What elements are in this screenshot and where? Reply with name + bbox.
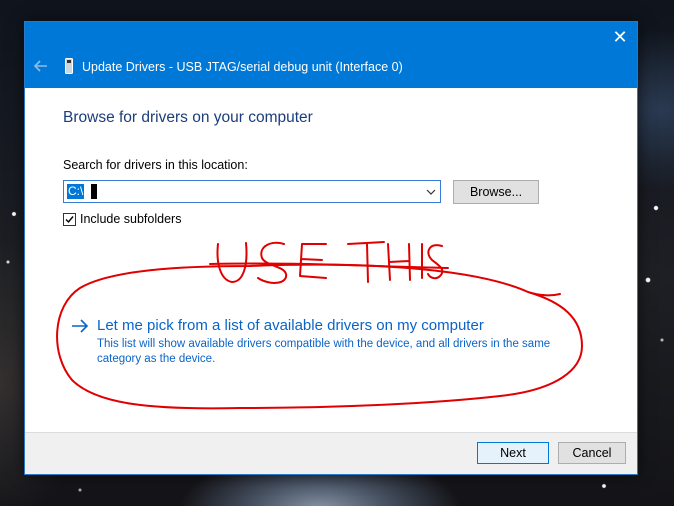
close-icon: ✕	[612, 27, 628, 47]
search-location-combobox[interactable]: C:\	[63, 180, 441, 203]
include-subfolders-label[interactable]: Include subfolders	[80, 212, 181, 226]
text-cursor	[91, 184, 97, 199]
update-drivers-dialog: ✕ Update Drivers - USB JTAG/serial debug…	[24, 21, 638, 475]
title-bar: ✕ Update Drivers - USB JTAG/serial debug…	[25, 22, 637, 88]
back-arrow-icon	[33, 60, 47, 72]
pick-driver-link[interactable]: Let me pick from a list of available dri…	[97, 317, 484, 334]
close-button[interactable]: ✕	[603, 22, 637, 52]
pick-driver-description: This list will show available drivers co…	[97, 338, 551, 365]
cancel-button[interactable]: Cancel	[558, 442, 626, 464]
page-heading: Browse for drivers on your computer	[63, 109, 313, 126]
arrow-right-icon[interactable]	[71, 319, 89, 333]
search-location-label: Search for drivers in this location:	[63, 158, 248, 172]
include-subfolders-checkbox[interactable]	[63, 213, 76, 226]
browse-button[interactable]: Browse...	[453, 180, 539, 204]
window-title: Update Drivers - USB JTAG/serial debug u…	[82, 60, 403, 74]
chevron-down-icon[interactable]	[425, 186, 437, 198]
path-input-value[interactable]: C:\	[67, 184, 85, 199]
back-button[interactable]	[31, 56, 51, 76]
usb-device-icon	[65, 58, 73, 74]
checkmark-icon	[65, 216, 74, 224]
next-button[interactable]: Next	[477, 442, 549, 464]
